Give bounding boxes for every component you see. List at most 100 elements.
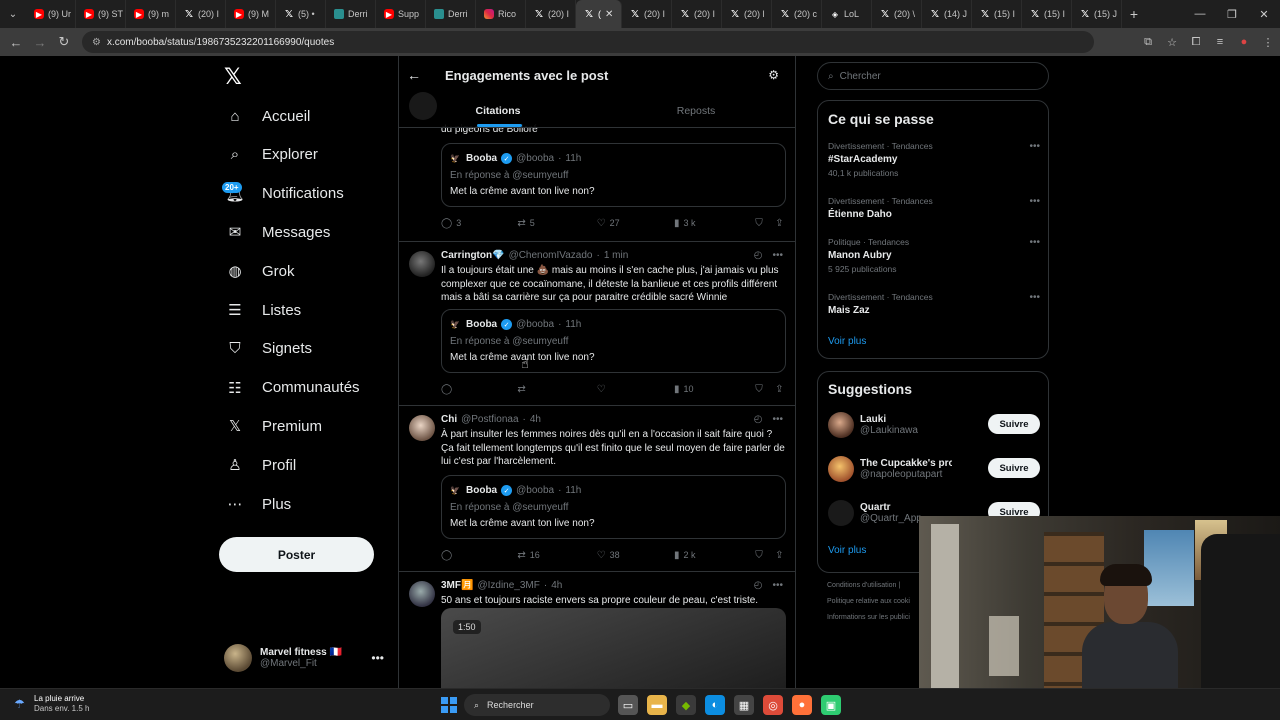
see-more-link[interactable]: Voir plus: [828, 336, 866, 347]
like-button[interactable]: ♡ 38: [597, 550, 674, 561]
repost-button[interactable]: ⇄ 5: [517, 218, 596, 229]
taskbar-search[interactable]: ⌕ Rechercher: [464, 694, 610, 716]
post-time[interactable]: 4h: [551, 580, 562, 591]
footer-link-terms[interactable]: Conditions d'utilisation |: [827, 582, 900, 589]
nav-item-premium[interactable]: 𝕏 Premium: [224, 410, 322, 442]
media-controls-icon[interactable]: ≡: [1208, 36, 1232, 49]
task-view-icon[interactable]: ▭: [618, 695, 638, 715]
avatar[interactable]: [409, 251, 435, 277]
browser-menu-icon[interactable]: ⋮: [1256, 36, 1280, 49]
close-tab-icon[interactable]: ✕: [605, 9, 613, 20]
trend-item[interactable]: Divertissement · Tendances #StarAcademy 40…: [828, 141, 1040, 178]
more-icon[interactable]: •••: [1029, 141, 1040, 152]
footer-link-cookies[interactable]: Politique relative aux cooki: [827, 598, 910, 605]
nav-item-communautes[interactable]: ☷ Communautés: [224, 372, 359, 404]
firefox-icon[interactable]: ●: [792, 695, 812, 715]
bookmark-button[interactable]: ⛉: [755, 218, 775, 229]
more-icon[interactable]: •••: [772, 580, 783, 591]
avatar[interactable]: [828, 500, 854, 526]
repost-button[interactable]: ⇄ 16: [517, 550, 596, 561]
nav-item-signets[interactable]: ⛉ Signets: [224, 333, 312, 365]
trend-item[interactable]: Politique · Tendances Manon Aubry 5 925 pu…: [828, 237, 1040, 274]
browser-tab[interactable]: 𝕏 (15) J: [1072, 0, 1122, 28]
profile-avatar-icon[interactable]: ●: [1232, 36, 1256, 49]
author-handle[interactable]: @Postfionaa: [461, 414, 518, 425]
post-time[interactable]: 1 min: [604, 250, 628, 261]
bookmark-button[interactable]: ⛉: [755, 550, 775, 561]
avatar[interactable]: [409, 415, 435, 441]
browser-tab[interactable]: 𝕏 (20) c: [772, 0, 822, 28]
author-name[interactable]: 3MF🈷️: [441, 580, 473, 591]
nav-item-notifications[interactable]: 🔔︎ Notifications: [224, 178, 343, 210]
reload-icon[interactable]: ↻: [52, 34, 76, 50]
search-input[interactable]: ⌕ Chercher: [817, 62, 1049, 90]
back-arrow-icon[interactable]: ←: [407, 67, 439, 83]
more-icon[interactable]: •••: [772, 250, 783, 261]
forward-icon[interactable]: →: [28, 35, 52, 50]
quoted-post[interactable]: 🦅 Booba ✓ @booba · 11h En réponse à @seu…: [441, 143, 786, 207]
avatar[interactable]: [828, 456, 854, 482]
browser-tab[interactable]: 𝕏 (20) \: [872, 0, 922, 28]
quote-post[interactable]: Chi @Postfionaa · 4h ◴ ••• À part insulte…: [399, 406, 795, 572]
nav-item-accueil[interactable]: ⌂ Accueil: [224, 100, 310, 132]
site-info-icon[interactable]: ⚙: [92, 37, 101, 48]
repost-button[interactable]: ⇄: [517, 384, 596, 395]
browser-tab[interactable]: ▶ (9) ST: [76, 0, 126, 28]
like-button[interactable]: ♡ 27: [597, 218, 674, 229]
browser-tab[interactable]: Rico: [476, 0, 526, 28]
more-icon[interactable]: •••: [1029, 196, 1040, 207]
weather-widget[interactable]: ☂ La pluie arrive Dans env. 1.5 h: [14, 694, 89, 714]
nav-item-listes[interactable]: ☰ Listes: [224, 294, 301, 326]
suggestion-item[interactable]: Lauki @Laukinawa Suivre: [828, 410, 1040, 440]
post-button[interactable]: Poster: [219, 537, 374, 572]
video-thumbnail[interactable]: 1:50: [441, 608, 786, 688]
store-icon[interactable]: ▦: [734, 695, 754, 715]
author-handle[interactable]: @ChenomIVazado: [509, 250, 593, 261]
reply-button[interactable]: ◯ 3: [441, 218, 517, 229]
views-button[interactable]: ▮ 10: [674, 384, 755, 395]
quote-post[interactable]: Carrington💎 @ChenomIVazado · 1 min ◴ ••• …: [399, 242, 795, 406]
browser-tab[interactable]: 𝕏 (20) I: [176, 0, 226, 28]
trend-item[interactable]: Divertissement · Tendances Mais Zaz •••: [828, 292, 1040, 316]
author-name[interactable]: Carrington💎: [441, 250, 505, 261]
share-button[interactable]: ⇪: [775, 384, 787, 395]
browser-tab[interactable]: ◈ LoL: [822, 0, 872, 28]
file-explorer-icon[interactable]: ▬: [647, 695, 667, 715]
grok-icon[interactable]: ◴: [754, 414, 763, 425]
browser-tab[interactable]: 𝕏 (20) I: [672, 0, 722, 28]
install-app-icon[interactable]: ⧉: [1136, 36, 1160, 49]
suggestion-item[interactable]: The Cupcakke's prop…@napoleoputapart Suiv…: [828, 454, 1040, 484]
more-icon[interactable]: •••: [772, 414, 783, 425]
browser-tab[interactable]: Derri: [326, 0, 376, 28]
edge-icon[interactable]: ◐: [705, 695, 725, 715]
tab-reposts[interactable]: Reposts: [597, 94, 795, 127]
like-button[interactable]: ♡: [597, 384, 674, 395]
x-logo-icon[interactable]: 𝕏: [224, 66, 246, 88]
app-icon[interactable]: ▣: [821, 695, 841, 715]
nav-item-profil[interactable]: ♙ Profil: [224, 449, 296, 481]
share-button[interactable]: ⇪: [775, 550, 787, 561]
nav-item-grok[interactable]: ◍ Grok: [224, 255, 294, 287]
footer-link-ads[interactable]: Informations sur les publici: [827, 614, 910, 621]
nav-item-plus[interactable]: ⋯ Plus: [224, 488, 292, 520]
share-button[interactable]: ⇪: [775, 218, 787, 229]
views-button[interactable]: ▮ 3 k: [674, 218, 755, 229]
tab-citations[interactable]: Citations: [399, 94, 597, 127]
quote-post[interactable]: 3MF🈷️ @Izdine_3MF · 4h ◴ ••• 50 ans et to…: [399, 572, 795, 688]
extensions-icon[interactable]: ⧠: [1184, 36, 1208, 49]
filter-settings-icon[interactable]: ⚙: [768, 68, 779, 82]
bookmark-star-icon[interactable]: ☆: [1160, 36, 1184, 49]
views-button[interactable]: ▮ 2 k: [674, 550, 755, 561]
bookmark-button[interactable]: ⛉: [755, 384, 775, 395]
browser-tab[interactable]: 𝕏 (5) •: [276, 0, 326, 28]
url-field[interactable]: ⚙ x.com/booba/status/1986735232201166990…: [82, 31, 1094, 53]
new-tab-button[interactable]: +: [1122, 6, 1146, 22]
account-switcher[interactable]: Marvel fitness 🇫🇷 @Marvel_Fit •••: [224, 642, 384, 674]
browser-tab[interactable]: 𝕏 (✕: [576, 0, 622, 28]
nav-item-messages[interactable]: ✉ Messages: [224, 216, 331, 248]
quoted-post[interactable]: 🦅 Booba ✓ @booba · 11h En réponse à @seu…: [441, 309, 786, 373]
quote-post[interactable]: du pigeons de Bolloré 🦅 Booba ✓ @booba ·…: [399, 124, 795, 242]
reply-button[interactable]: ◯: [441, 384, 517, 395]
browser-tab[interactable]: 𝕏 (20) l: [722, 0, 772, 28]
follow-button[interactable]: Suivre: [988, 414, 1040, 434]
